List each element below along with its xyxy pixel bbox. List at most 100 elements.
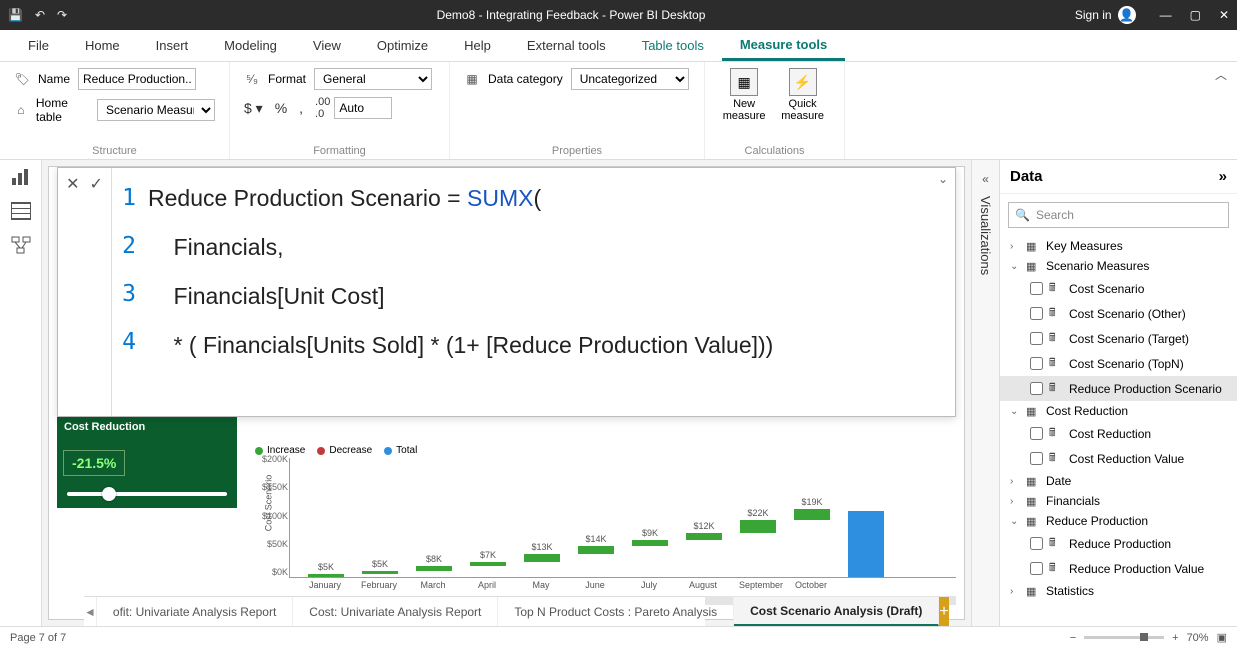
zoom-in-icon[interactable]: +: [1172, 632, 1178, 644]
format-select[interactable]: General: [314, 68, 432, 90]
field-cost-scenario-other[interactable]: 🖩Cost Scenario (Other): [1000, 301, 1237, 326]
costred-slicer-head: Cost Reduction: [57, 416, 237, 438]
costred-slicer[interactable]: -21.5%: [57, 438, 237, 508]
tab-help[interactable]: Help: [446, 30, 509, 61]
visualizations-label: Visualizations: [978, 196, 993, 275]
data-view-icon[interactable]: [11, 202, 31, 220]
sign-in-button[interactable]: Sign in 👤: [1075, 6, 1136, 24]
zoom-value: 70%: [1187, 632, 1209, 644]
costred-value: -21.5%: [63, 450, 125, 476]
field-reduce-production[interactable]: 🖩Reduce Production: [1000, 531, 1237, 556]
data-pane: Data » 🔍 Search ›▦Key Measures ⌄▦Scenari…: [999, 160, 1237, 626]
minimize-icon[interactable]: —: [1160, 8, 1172, 22]
measure-name-input[interactable]: [78, 68, 196, 90]
vis-expand-icon[interactable]: «: [978, 168, 993, 190]
data-pane-collapse-icon[interactable]: »: [1219, 168, 1227, 185]
tab-measure-tools[interactable]: Measure tools: [722, 30, 845, 61]
data-pane-title: Data: [1010, 168, 1043, 185]
formula-expand-icon[interactable]: ⌄: [931, 168, 955, 416]
field-cost-scenario-target[interactable]: 🖩Cost Scenario (Target): [1000, 326, 1237, 351]
ribbon-collapse-icon[interactable]: ︿: [1215, 66, 1227, 83]
tab-home[interactable]: Home: [67, 30, 138, 61]
home-table-select[interactable]: Scenario Measures: [97, 99, 215, 121]
table-financials[interactable]: ›▦Financials: [1000, 491, 1237, 511]
add-page-button[interactable]: +: [939, 597, 948, 626]
tab-table-tools[interactable]: Table tools: [624, 30, 722, 61]
table-reduce-production[interactable]: ⌄▦Reduce Production: [1000, 511, 1237, 531]
page-tabs: ◄ ofit: Univariate Analysis Report Cost:…: [84, 596, 705, 626]
calculations-group-label: Calculations: [719, 143, 830, 157]
report-canvas-wrap: X Y Z Manuf Select ye 2021 Top N % 34.8%…: [42, 160, 971, 626]
decimal-places-input[interactable]: [334, 97, 392, 119]
formula-gutter: 1234: [112, 168, 140, 416]
report-canvas[interactable]: X Y Z Manuf Select ye 2021 Top N % 34.8%…: [48, 166, 965, 620]
table-key-measures[interactable]: ›▦Key Measures: [1000, 236, 1237, 256]
waterfall-chart[interactable]: Increase Decrease Total Cost Scenario $2…: [249, 443, 956, 613]
report-view-icon[interactable]: [11, 168, 31, 186]
tab-file[interactable]: File: [10, 30, 67, 61]
field-reduce-production-scenario[interactable]: 🖩Reduce Production Scenario: [1000, 376, 1237, 401]
format-label: Format: [268, 72, 306, 86]
tab-external-tools[interactable]: External tools: [509, 30, 624, 61]
table-cost-reduction[interactable]: ⌄▦Cost Reduction: [1000, 401, 1237, 421]
data-search-input[interactable]: 🔍 Search: [1008, 202, 1229, 228]
field-reduce-production-value[interactable]: 🖩Reduce Production Value: [1000, 556, 1237, 581]
field-cost-reduction-value[interactable]: 🖩Cost Reduction Value: [1000, 446, 1237, 471]
chart-legend: Increase Decrease Total: [249, 443, 956, 458]
home-icon: ⌂: [14, 102, 28, 118]
decimals-button[interactable]: .00.0: [315, 96, 330, 120]
zoom-slider[interactable]: [1084, 636, 1164, 639]
page-tab-3[interactable]: Top N Product Costs : Pareto Analysis: [498, 597, 734, 626]
window-title: Demo8 - Integrating Feedback - Power BI …: [67, 8, 1075, 22]
field-cost-scenario-topn[interactable]: 🖩Cost Scenario (TopN): [1000, 351, 1237, 376]
data-category-label: Data category: [488, 72, 563, 86]
tab-view[interactable]: View: [295, 30, 359, 61]
undo-icon[interactable]: ↶: [35, 8, 45, 22]
tab-modeling[interactable]: Modeling: [206, 30, 295, 61]
quick-measure-button[interactable]: ⚡ Quick measure: [775, 68, 830, 143]
field-cost-scenario[interactable]: 🖩Cost Scenario: [1000, 276, 1237, 301]
visualizations-pane-collapsed[interactable]: « Visualizations: [971, 160, 999, 626]
tab-optimize[interactable]: Optimize: [359, 30, 446, 61]
status-bar: Page 7 of 7 − + 70% ▣: [0, 626, 1237, 648]
search-icon: 🔍: [1015, 208, 1030, 222]
structure-group-label: Structure: [14, 143, 215, 157]
properties-group-label: Properties: [464, 143, 690, 157]
page-tab-2[interactable]: Cost: Univariate Analysis Report: [293, 597, 498, 626]
title-bar: 💾 ↶ ↷ Demo8 - Integrating Feedback - Pow…: [0, 0, 1237, 30]
close-icon[interactable]: ✕: [1219, 8, 1229, 22]
data-category-select[interactable]: Uncategorized: [571, 68, 689, 90]
tab-insert[interactable]: Insert: [138, 30, 207, 61]
format-icon: ⁵⁄₉: [244, 71, 260, 87]
currency-button[interactable]: $ ▾: [244, 100, 263, 117]
new-measure-button[interactable]: ▦ New measure: [719, 68, 769, 143]
model-view-icon[interactable]: [11, 236, 31, 254]
fields-tree: ›▦Key Measures ⌄▦Scenario Measures 🖩Cost…: [1000, 236, 1237, 626]
name-label: Name: [38, 72, 70, 86]
formatting-group-label: Formatting: [244, 143, 435, 157]
ribbon-tabs: File Home Insert Modeling View Optimize …: [0, 30, 1237, 62]
formula-cancel-icon[interactable]: ✕: [66, 174, 79, 194]
formula-code[interactable]: Reduce Production Scenario = SUMX( Finan…: [140, 168, 931, 416]
table-statistics[interactable]: ›▦Statistics: [1000, 581, 1237, 601]
redo-icon[interactable]: ↷: [57, 8, 67, 22]
maximize-icon[interactable]: ▢: [1190, 8, 1201, 22]
fit-page-icon[interactable]: ▣: [1217, 631, 1227, 644]
tabs-prev-icon[interactable]: ◄: [84, 597, 97, 626]
save-icon[interactable]: 💾: [8, 8, 23, 22]
costred-slider[interactable]: [67, 492, 227, 496]
table-scenario-measures[interactable]: ⌄▦Scenario Measures: [1000, 256, 1237, 276]
thousands-button[interactable]: ,: [299, 100, 303, 116]
table-date[interactable]: ›▦Date: [1000, 471, 1237, 491]
field-cost-reduction[interactable]: 🖩Cost Reduction: [1000, 421, 1237, 446]
percent-button[interactable]: %: [275, 100, 287, 116]
lightning-calc-icon: ⚡: [789, 68, 817, 96]
page-tab-1[interactable]: ofit: Univariate Analysis Report: [97, 597, 293, 626]
category-icon: ▦: [464, 71, 480, 87]
page-tab-4[interactable]: Cost Scenario Analysis (Draft): [734, 597, 939, 626]
zoom-out-icon[interactable]: −: [1070, 632, 1076, 644]
formula-commit-icon[interactable]: ✓: [90, 174, 103, 194]
sign-in-label: Sign in: [1075, 8, 1112, 22]
page-indicator: Page 7 of 7: [10, 632, 66, 644]
formula-bar[interactable]: ✕ ✓ 1234 Reduce Production Scenario = SU…: [57, 167, 956, 417]
